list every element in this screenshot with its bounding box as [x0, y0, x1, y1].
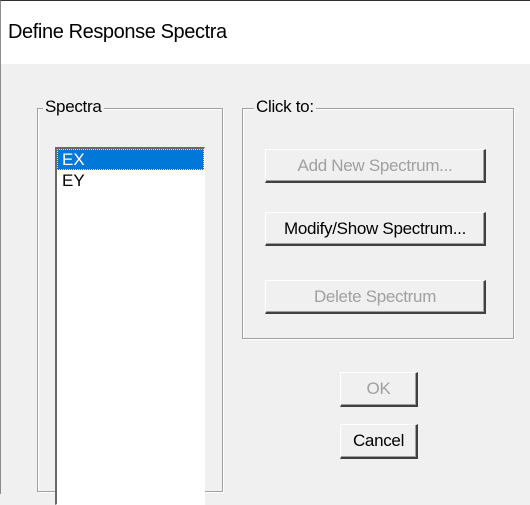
- dialog-title: Define Response Spectra: [8, 21, 227, 43]
- list-item[interactable]: EY: [57, 170, 204, 191]
- dialog-body: Spectra EX EY Click to: Add New Spectrum…: [1, 64, 530, 505]
- modify-show-spectrum-button[interactable]: Modify/Show Spectrum...: [265, 212, 486, 246]
- cancel-button[interactable]: Cancel: [340, 424, 418, 459]
- title-bar[interactable]: Define Response Spectra: [1, 1, 530, 64]
- ok-button[interactable]: OK: [340, 372, 418, 407]
- spectra-listbox[interactable]: EX EY: [55, 147, 205, 505]
- click-to-group-label: Click to:: [254, 97, 316, 117]
- list-item-label: EX: [62, 150, 85, 169]
- define-response-spectra-dialog: Define Response Spectra Spectra EX EY Cl…: [0, 0, 530, 505]
- list-item-label: EY: [62, 171, 85, 190]
- list-item[interactable]: EX: [57, 149, 204, 170]
- delete-spectrum-button[interactable]: Delete Spectrum: [265, 280, 486, 314]
- spectra-group-label: Spectra: [43, 97, 104, 117]
- add-new-spectrum-button[interactable]: Add New Spectrum...: [265, 149, 486, 183]
